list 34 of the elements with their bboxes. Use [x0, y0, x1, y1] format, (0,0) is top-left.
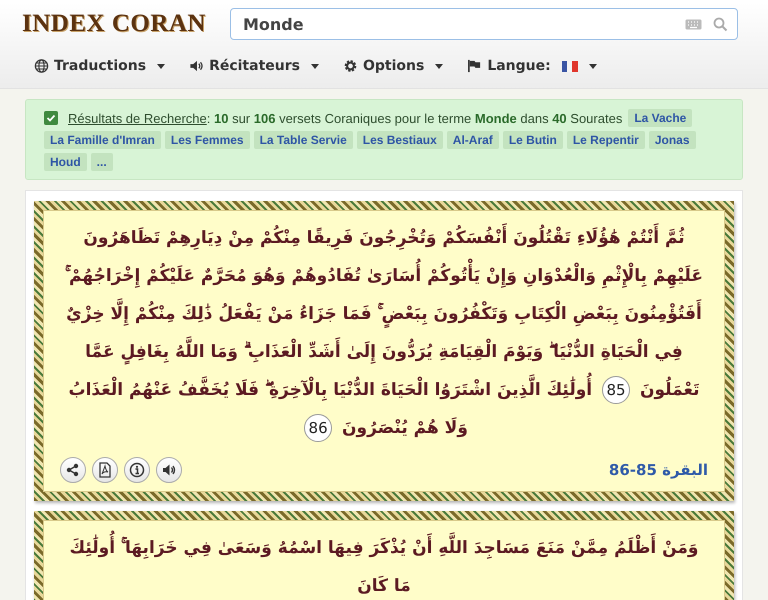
surah-tag[interactable]: La Famille d'Imran [44, 131, 161, 149]
menu-dropdown[interactable]: Récitateurs [189, 58, 319, 74]
surah-tag[interactable]: Jonas [648, 131, 696, 149]
verse-text: وَمَنْ أَظْلَمُ مِمَّنْ مَنَعَ مَسَاجِدَ اللَّهِ أَنْ يُذْكَرَ فِيهَا اسْمُهُ وَسَعَىٰ فِي خَرَابِهَا ۚ أُولَٰئِكَ مَا كَانَ [60, 527, 708, 600]
info-button[interactable] [124, 457, 150, 483]
globe-icon [34, 58, 49, 74]
logo[interactable]: INDEX CORAN [22, 10, 206, 38]
surah-tag[interactable]: Les Bestiaux [356, 131, 443, 149]
surah-tag[interactable]: Al-Araf [446, 131, 499, 149]
surah-tag[interactable]: Houd [44, 153, 87, 171]
verse-reference[interactable]: البقرة 85-86 [608, 461, 708, 479]
menu-dropdown[interactable]: Options [342, 58, 444, 74]
surah-tag[interactable]: La Table Servie [254, 131, 353, 149]
speaker-icon [189, 58, 204, 74]
caret-icon [310, 64, 319, 68]
surah-tag[interactable]: Les Femmes [164, 131, 250, 149]
menu-dropdown[interactable]: Traductions [34, 58, 166, 74]
info-icon [128, 461, 146, 479]
gear-icon [342, 58, 358, 74]
caret-icon [157, 64, 166, 68]
results-link[interactable]: Résultats de Recherche [68, 110, 207, 126]
surah-tag[interactable]: Le Repentir [566, 131, 645, 149]
surah-tag[interactable]: La Vache [628, 109, 692, 127]
checkbox[interactable] [44, 111, 58, 125]
flag-icon [467, 58, 482, 74]
pdf-button[interactable] [92, 457, 118, 483]
surah-tag[interactable]: ... [90, 153, 113, 171]
caret-icon [435, 64, 444, 68]
menu-dropdown[interactable]: Langue: [467, 58, 597, 74]
share-button[interactable] [60, 457, 86, 483]
caret-icon [588, 64, 597, 68]
surah-tag[interactable]: Le Butin [502, 131, 563, 149]
results-summary: Résultats de Recherche: 10 sur 106 versets Coraniques pour le terme Monde dans 40 Sourates [68, 110, 622, 126]
sound-button[interactable] [156, 457, 182, 483]
